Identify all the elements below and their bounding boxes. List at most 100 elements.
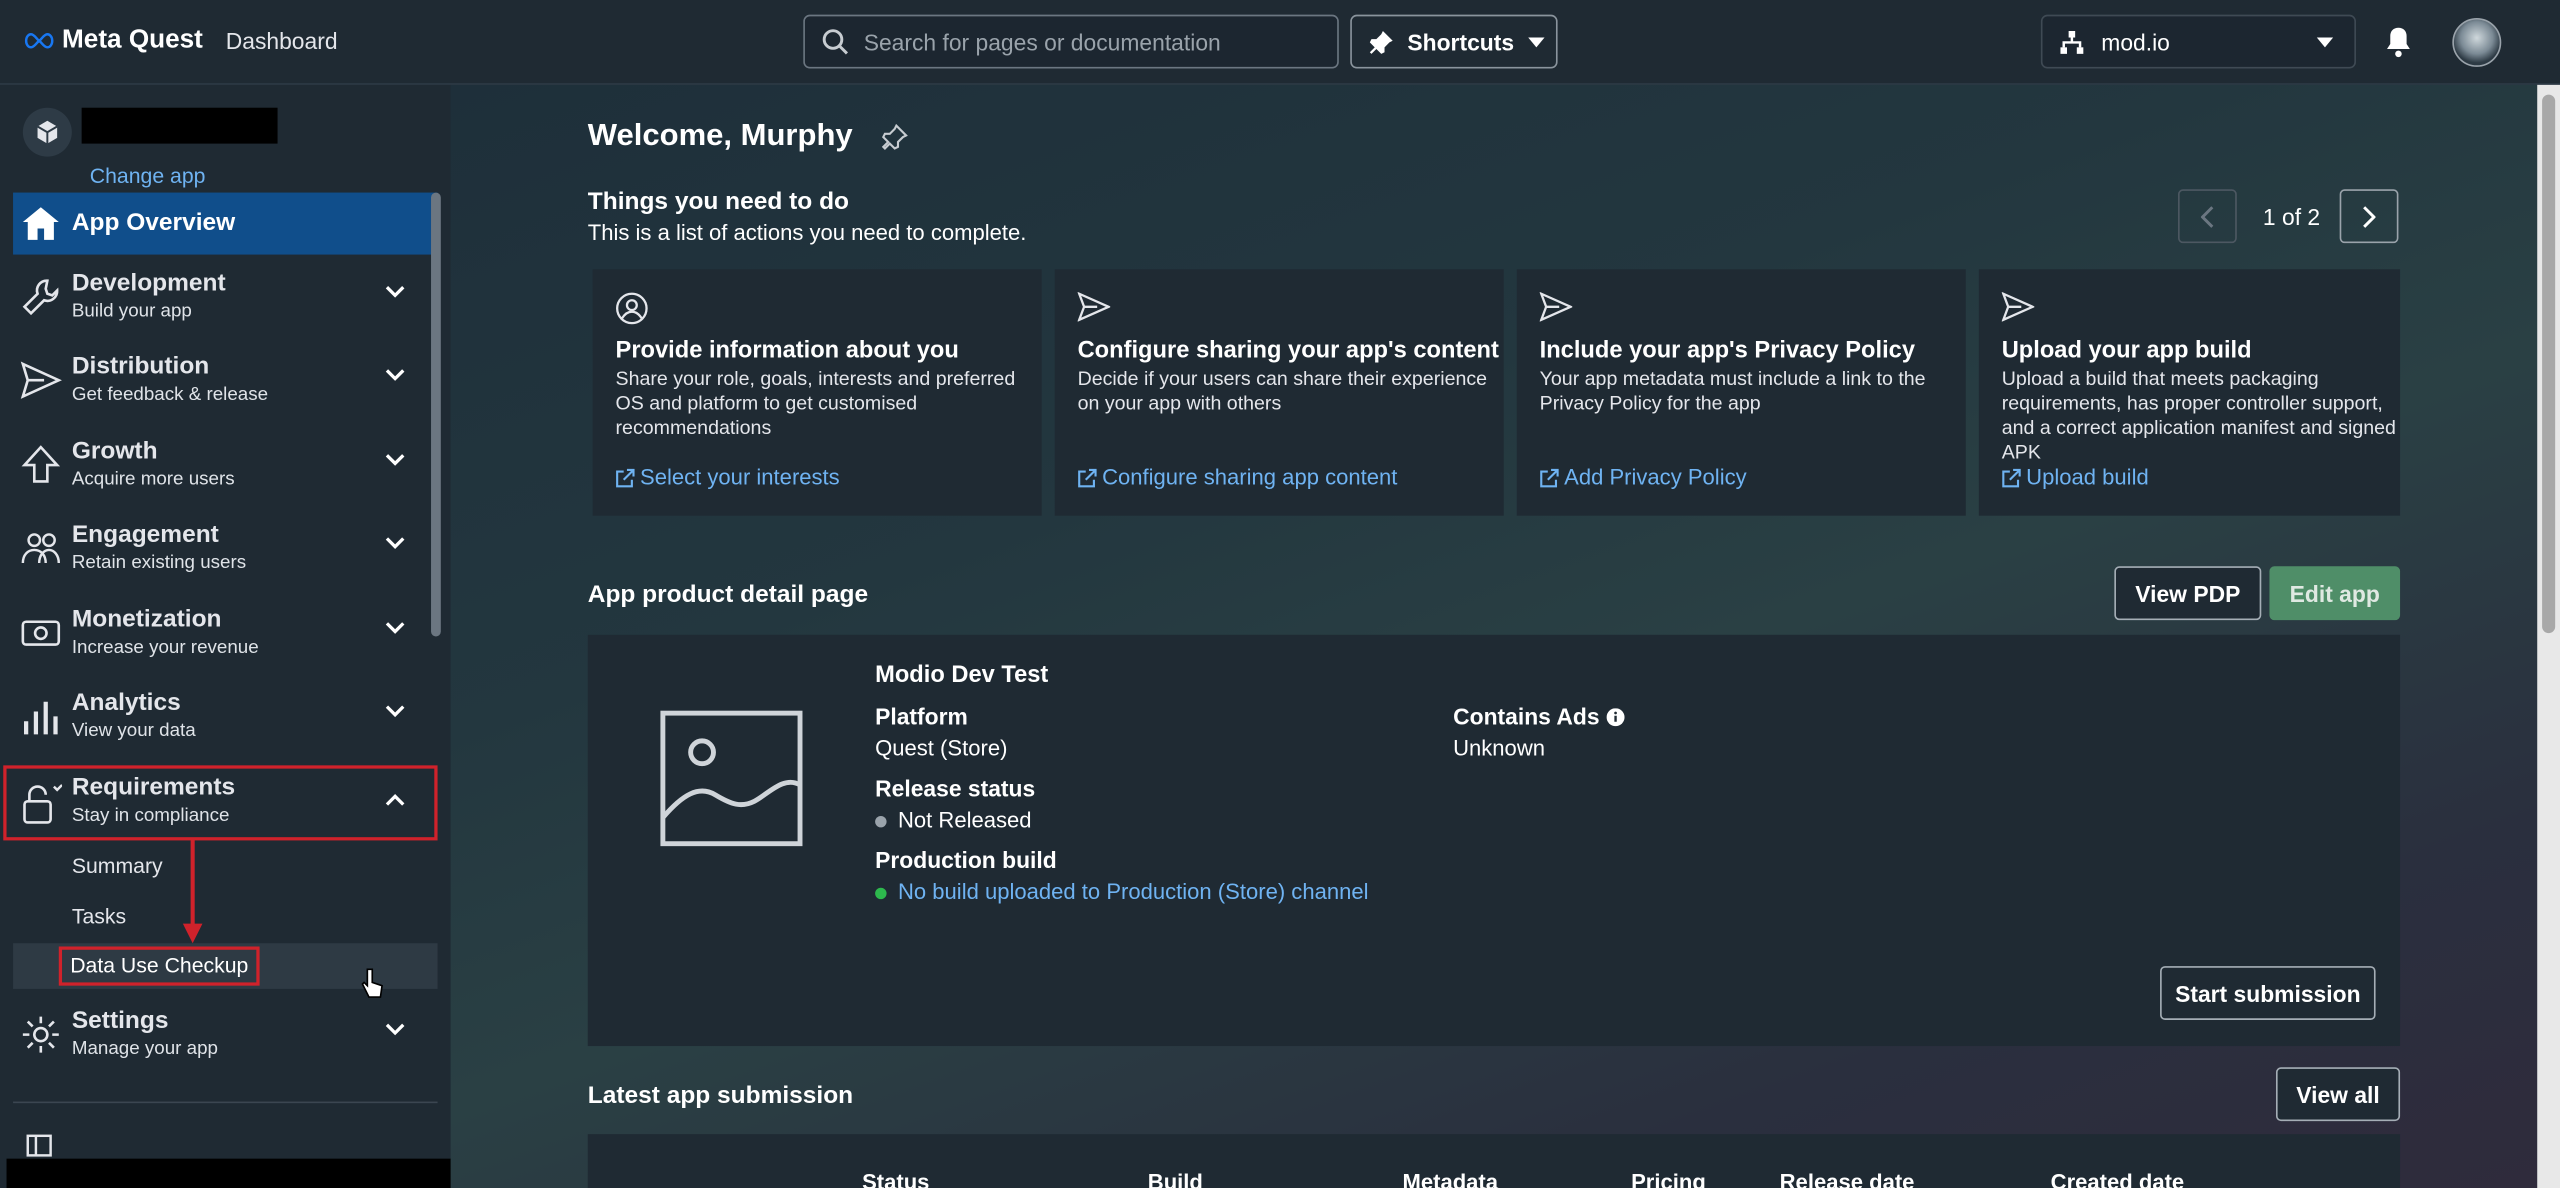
- image-placeholder-icon: [660, 710, 803, 847]
- welcome-text: Welcome, Murphy: [587, 119, 853, 154]
- todo-subtitle: This is a list of actions you need to co…: [587, 220, 1027, 245]
- nav-subtitle: Stay in compliance: [71, 806, 230, 826]
- task-title: Provide information about you: [615, 337, 959, 364]
- annotation-arrow: [182, 838, 203, 944]
- user-avatar[interactable]: [2452, 17, 2502, 67]
- nav-title: Analytics: [71, 688, 181, 717]
- task-link[interactable]: Upload build: [2002, 465, 2149, 490]
- section-name[interactable]: Dashboard: [226, 28, 338, 54]
- table-header: Build: [1147, 1170, 1203, 1188]
- pin-icon: [1369, 30, 1393, 54]
- org-selector[interactable]: mod.io: [2040, 14, 2356, 69]
- caret-down-icon: [2316, 37, 2334, 48]
- nav-settings[interactable]: Settings Manage your app: [13, 1000, 438, 1065]
- app-cube-icon: [22, 107, 72, 157]
- nav-development[interactable]: Development Build your app: [13, 263, 438, 328]
- table-header: Metadata: [1402, 1170, 1499, 1188]
- panel-icon[interactable]: [26, 1134, 52, 1157]
- task-link-label: Configure sharing app content: [1102, 465, 1398, 490]
- nav-analytics[interactable]: Analytics View your data: [13, 682, 438, 747]
- main-content: Welcome, Murphy Things you need to do Th…: [450, 84, 2538, 1188]
- external-link-icon: [2002, 468, 2021, 487]
- brand[interactable]: Meta Quest Dashboard: [23, 26, 338, 55]
- nav-title: Development: [71, 269, 226, 298]
- production-build-label: Production build: [875, 846, 1057, 874]
- welcome-heading: Welcome, Murphy: [587, 119, 909, 155]
- task-description: Upload a build that meets packaging requ…: [2001, 367, 2396, 464]
- home-icon: [22, 207, 59, 240]
- nav-monetization[interactable]: Monetization Increase your revenue: [13, 599, 438, 664]
- nav-title: Settings: [71, 1006, 169, 1035]
- send-icon: [1539, 292, 1573, 322]
- external-link-icon: [1078, 468, 1097, 487]
- release-status-label: Release status: [875, 775, 1036, 802]
- pager-next-button[interactable]: [2339, 189, 2399, 244]
- sub-item-summary[interactable]: Summary: [72, 853, 163, 877]
- task-card: Upload your app build Upload a build tha…: [1978, 269, 2401, 516]
- bar-chart-icon: [24, 701, 58, 735]
- top-bar: Meta Quest Dashboard Shortcuts mod.io: [0, 0, 2560, 85]
- production-build-value[interactable]: No build uploaded to Production (Store) …: [875, 880, 1369, 904]
- search-input[interactable]: [863, 28, 1321, 55]
- task-description: Decide if your users can share their exp…: [1077, 367, 1488, 415]
- task-link[interactable]: Configure sharing app content: [1078, 465, 1398, 490]
- pager-text: 1 of 2: [2262, 203, 2321, 231]
- chevron-down-icon: [385, 537, 405, 549]
- chevron-down-icon: [385, 286, 405, 298]
- app-name: Modio Dev Test: [875, 662, 1049, 689]
- task-card: Include your app's Privacy Policy Your a…: [1516, 269, 1966, 516]
- task-link[interactable]: Add Privacy Policy: [1540, 465, 1747, 490]
- task-link-label: Select your interests: [640, 465, 840, 490]
- nav-growth[interactable]: Growth Acquire more users: [13, 431, 438, 496]
- view-pdp-button[interactable]: View PDP: [2114, 566, 2262, 621]
- contains-ads-label: Contains Ads: [1453, 703, 1624, 729]
- money-icon: [21, 620, 61, 646]
- sub-item-tasks[interactable]: Tasks: [72, 904, 126, 928]
- nav-subtitle: Increase your revenue: [71, 638, 259, 658]
- chevron-down-icon: [385, 369, 405, 381]
- page-scrollbar[interactable]: [2537, 84, 2560, 1188]
- todo-title: Things you need to do: [587, 187, 850, 216]
- pin-icon[interactable]: [882, 124, 909, 151]
- task-title: Upload your app build: [2001, 337, 2252, 364]
- nav-subtitle: View your data: [71, 721, 196, 741]
- task-link[interactable]: Select your interests: [616, 465, 840, 490]
- page-scrollbar-thumb[interactable]: [2542, 94, 2556, 634]
- task-description: Share your role, goals, interests and pr…: [615, 367, 1016, 439]
- nav-subtitle: Retain existing users: [71, 553, 247, 573]
- info-icon[interactable]: [1605, 708, 1624, 727]
- nav-title: Engagement: [71, 520, 219, 549]
- edit-app-button[interactable]: Edit app: [2269, 566, 2401, 621]
- release-status-text: Not Released: [897, 807, 1032, 833]
- chevron-down-icon: [385, 622, 405, 634]
- nav-requirements[interactable]: Requirements Stay in compliance: [3, 765, 438, 841]
- chevron-right-icon: [2363, 205, 2376, 228]
- nav-title: Distribution: [71, 352, 210, 381]
- release-status-value: Not Released: [875, 807, 1032, 833]
- status-dot-green: [875, 887, 887, 900]
- nav-app-overview[interactable]: App Overview: [13, 192, 438, 255]
- task-title: Include your app's Privacy Policy: [1539, 337, 1916, 364]
- pager-prev-button[interactable]: [2178, 189, 2237, 244]
- submission-table: Status Build Metadata Pricing Release da…: [587, 1134, 2401, 1188]
- nav-subtitle: Get feedback & release: [71, 385, 269, 405]
- nav-distribution[interactable]: Distribution Get feedback & release: [13, 346, 438, 411]
- shortcuts-button[interactable]: Shortcuts: [1350, 14, 1558, 69]
- nav-engagement[interactable]: Engagement Retain existing users: [13, 514, 438, 579]
- sidebar-scrollbar[interactable]: [431, 192, 441, 637]
- view-all-button[interactable]: View all: [2275, 1067, 2401, 1122]
- table-header: Release date: [1779, 1170, 1915, 1188]
- org-tree-icon: [2060, 30, 2084, 54]
- latest-submission-title: Latest app submission: [587, 1081, 854, 1110]
- search-box[interactable]: [803, 14, 1339, 69]
- change-app-link[interactable]: Change app: [90, 163, 206, 187]
- growth-arrow-icon: [21, 445, 61, 483]
- chevron-down-icon: [385, 1023, 405, 1036]
- bell-icon[interactable]: [2384, 26, 2413, 59]
- start-submission-button[interactable]: Start submission: [2160, 966, 2376, 1020]
- chevron-down-icon: [385, 705, 405, 718]
- hand-cursor-icon: [361, 968, 383, 998]
- chevron-left-icon: [2200, 205, 2214, 228]
- meta-logo[interactable]: Meta Quest: [23, 26, 203, 55]
- platform-label: Platform: [875, 703, 968, 730]
